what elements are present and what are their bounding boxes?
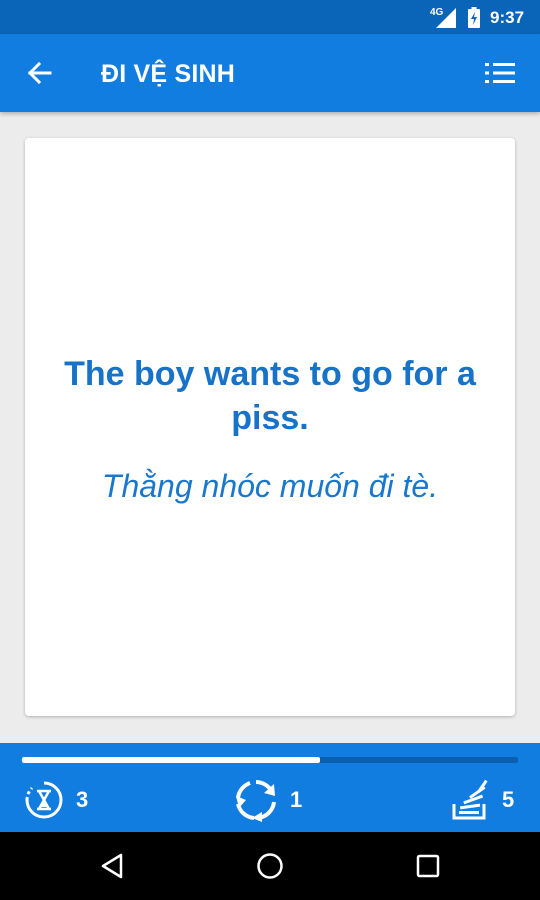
nav-home-button[interactable] [250,846,290,886]
stat-review[interactable]: 1 [234,775,302,825]
progress-panel: 3 1 5 [0,743,540,832]
list-menu-button[interactable] [481,54,519,92]
square-recents-icon [416,854,440,878]
system-nav-bar [0,832,540,900]
progress-fill [22,757,320,763]
refresh-icon [236,780,276,822]
app-bar: ĐI VỆ SINH [0,34,540,112]
hourglass-icon [25,781,63,819]
flashcard[interactable]: The boy wants to go for a piss. Thằng nh… [25,138,515,716]
page-title: ĐI VỆ SINH [101,60,235,88]
clock: 9:37 [490,8,525,27]
stat-learned-count: 5 [502,787,515,812]
signal-icon [436,8,456,28]
circle-home-icon [257,853,283,879]
stack-icon [452,780,488,820]
back-button[interactable] [20,54,58,92]
nav-recents-button[interactable] [408,846,448,886]
stat-learned[interactable]: 5 [452,775,514,825]
list-icon [485,63,515,83]
stat-review-count: 1 [290,787,303,812]
nav-back-button[interactable] [92,846,132,886]
english-sentence: The boy wants to go for a piss. [64,355,476,437]
arrow-left-icon [27,61,52,85]
battery-charging-icon [468,7,480,28]
stat-pending-count: 3 [76,787,89,812]
vietnamese-translation: Thằng nhóc muốn đi tè. [101,468,439,504]
triangle-back-icon [101,853,123,879]
stat-pending[interactable]: 3 [24,775,88,825]
progress-bar [22,757,518,763]
status-bar: 4G 9:37 [0,0,540,34]
